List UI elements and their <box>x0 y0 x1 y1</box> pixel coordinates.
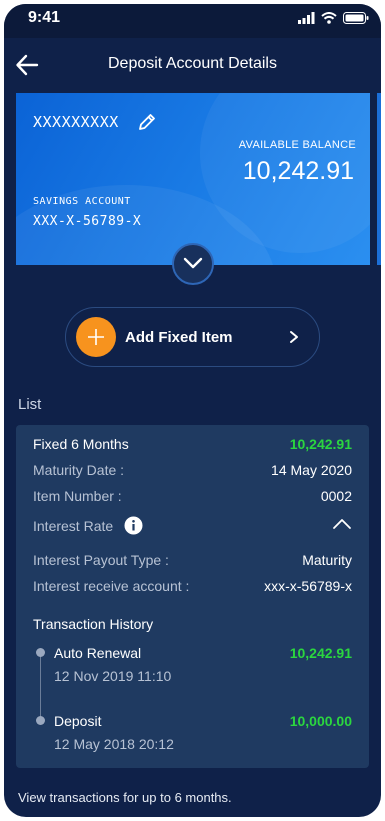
add-fixed-item-label: Add Fixed Item <box>125 329 233 346</box>
item-amount: 10,242.91 <box>289 436 352 452</box>
timeline-dot <box>36 648 45 657</box>
receive-account-value: xxx-x-56789-x <box>264 578 352 594</box>
maturity-date-label: Maturity Date : <box>33 462 125 478</box>
balance-value: 10,242.91 <box>242 157 354 185</box>
balance-label: AVAILABLE BALANCE <box>238 139 356 151</box>
timeline-dot <box>36 716 45 725</box>
footer-note: View transactions for up to 6 months. <box>18 790 232 805</box>
battery-icon <box>343 12 369 24</box>
chevron-up-icon[interactable] <box>332 517 352 531</box>
status-bar: 9:41 <box>4 4 381 38</box>
transaction-type: Deposit <box>54 713 102 729</box>
chevron-right-icon <box>290 331 298 343</box>
transaction-amount: 10,000.00 <box>289 713 352 729</box>
status-time: 9:41 <box>28 9 61 26</box>
account-number: XXX-X-56789-X <box>33 214 142 229</box>
payout-type-value: Maturity <box>302 552 352 568</box>
chevron-down-icon <box>183 257 203 269</box>
account-card[interactable]: XXXXXXXXX AVAILABLE BALANCE 10,242.91 SA… <box>16 93 370 265</box>
status-icons <box>298 12 369 24</box>
fixed-item-panel: Fixed 6 Months 10,242.91 Maturity Date :… <box>16 425 369 768</box>
list-heading: List <box>18 396 42 413</box>
item-number-value: 0002 <box>320 488 352 504</box>
wifi-icon <box>321 12 337 24</box>
expand-card-button[interactable] <box>172 243 214 285</box>
info-icon[interactable] <box>124 516 143 535</box>
transaction-type: Auto Renewal <box>54 645 142 661</box>
transaction-amount: 10,242.91 <box>289 645 352 661</box>
account-name: XXXXXXXXX <box>33 113 119 131</box>
transaction-date: 12 May 2018 20:12 <box>54 736 174 752</box>
signal-icon <box>298 12 315 24</box>
interest-rate-label: Interest Rate <box>33 518 114 534</box>
next-card-peek[interactable] <box>377 93 381 265</box>
maturity-date-value: 14 May 2020 <box>271 462 352 478</box>
timeline-line <box>40 651 41 719</box>
item-title: Fixed 6 Months <box>33 436 129 452</box>
phone-screen: 9:41 Deposit Account Details XXXXXXXXX A… <box>4 4 381 817</box>
add-fixed-item-button[interactable]: Add Fixed Item <box>65 307 320 367</box>
page-title: Deposit Account Details <box>108 55 277 72</box>
receive-account-label: Interest receive account : <box>33 578 190 594</box>
pencil-icon[interactable] <box>137 112 157 132</box>
header: Deposit Account Details <box>4 38 381 92</box>
plus-icon <box>76 317 116 357</box>
item-number-label: Item Number : <box>33 488 122 504</box>
payout-type-label: Interest Payout Type : <box>33 552 169 568</box>
history-heading: Transaction History <box>33 616 154 632</box>
account-type: SAVINGS ACCOUNT <box>33 196 131 207</box>
transaction-date: 12 Nov 2019 11:10 <box>54 668 172 684</box>
